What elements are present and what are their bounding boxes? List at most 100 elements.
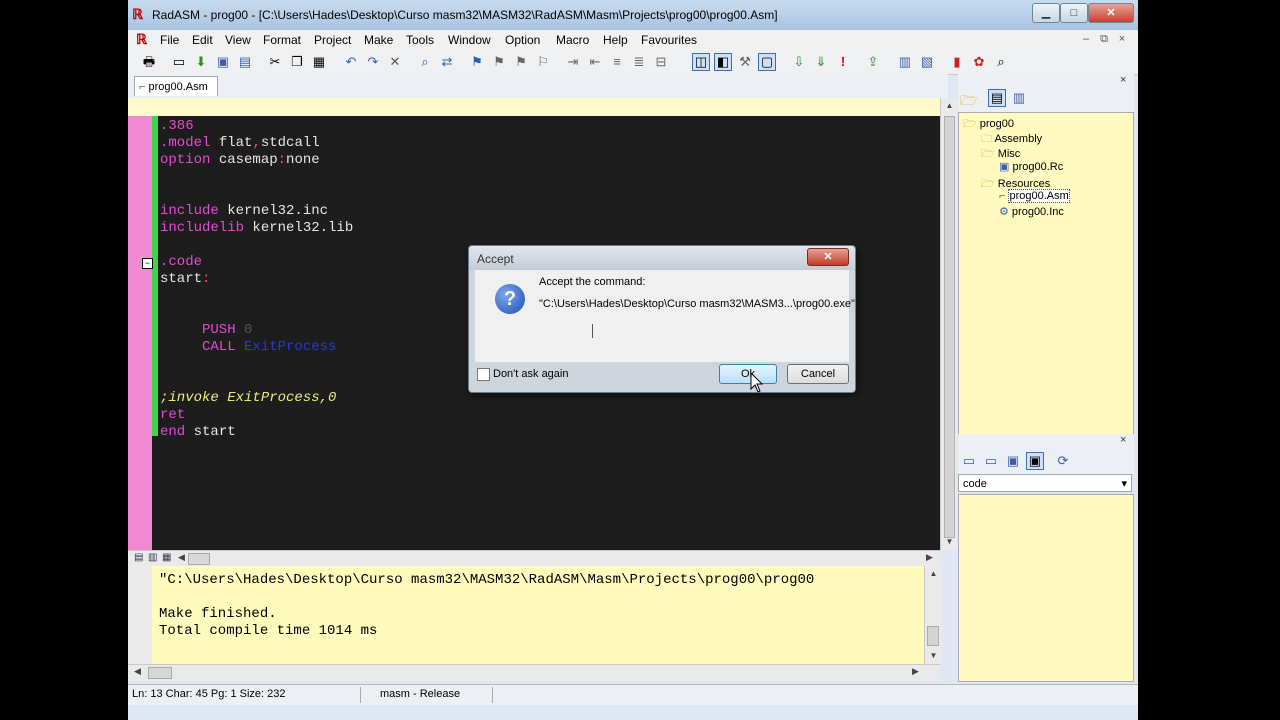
hscroll-thumb[interactable] — [188, 553, 210, 565]
show-structs-icon[interactable]: ▣ — [1026, 452, 1044, 470]
save-all-icon[interactable]: ▤ — [236, 53, 254, 71]
line-numbers-icon[interactable]: ▦ — [162, 552, 171, 563]
code-token: start — [160, 271, 203, 287]
menu-option[interactable]: Option — [505, 33, 540, 47]
ok-button[interactable]: Ok — [719, 364, 777, 384]
print-icon[interactable]: 🖶 — [140, 53, 158, 71]
clear-bookmarks-icon[interactable]: ⚐ — [534, 53, 552, 71]
show-data-icon[interactable]: ▣ — [1004, 452, 1022, 470]
comment-icon[interactable]: ≡ — [608, 53, 626, 71]
split-view-icon[interactable]: ▥ — [148, 552, 157, 563]
mdi-close-button[interactable]: × — [1114, 32, 1130, 46]
undo-icon[interactable]: ↶ — [342, 53, 360, 71]
menu-macro[interactable]: Macro — [556, 33, 589, 47]
scroll-thumb[interactable] — [944, 116, 955, 538]
dont-ask-label: Don't ask again — [493, 368, 569, 380]
project-panel-close[interactable]: × — [1120, 74, 1126, 86]
indent-icon[interactable]: ⇥ — [564, 53, 582, 71]
build-icon[interactable]: ⇓ — [812, 53, 830, 71]
group-view-icon[interactable]: ▥ — [1010, 89, 1028, 107]
properties-panel-header: × ▭ ▭ ▣ ▣ ⟳ — [958, 434, 1134, 474]
uncomment-icon[interactable]: ≣ — [630, 53, 648, 71]
menu-project[interactable]: Project — [314, 33, 351, 47]
menu-favourites[interactable]: Favourites — [641, 33, 697, 47]
find-icon[interactable]: ⌕ — [416, 53, 434, 71]
show-consts-icon[interactable]: ▭ — [982, 452, 1000, 470]
menu-tools[interactable]: Tools — [406, 33, 434, 47]
scroll-up-arrow[interactable]: ▲ — [941, 98, 958, 114]
minimize-button[interactable]: ▁ — [1032, 3, 1060, 23]
menu-help[interactable]: Help — [603, 33, 628, 47]
redo-icon[interactable]: ↷ — [364, 53, 382, 71]
dont-ask-checkbox[interactable] — [477, 368, 490, 381]
cancel-button[interactable]: Cancel — [787, 364, 849, 384]
replace-icon[interactable]: ⇄ — [438, 53, 456, 71]
refresh-icon[interactable]: ⟳ — [1054, 452, 1072, 470]
output-scroll-down-arrow[interactable]: ▼ — [925, 648, 942, 664]
menu-file[interactable]: File — [160, 33, 179, 47]
run-icon[interactable]: ! — [834, 53, 852, 71]
block-icon[interactable]: ⊟ — [652, 53, 670, 71]
assemble-icon[interactable]: ⇩ — [790, 53, 808, 71]
next-bookmark-icon[interactable]: ⚑ — [490, 53, 508, 71]
toggle-view-icon[interactable]: ◫ — [692, 53, 710, 71]
mouse-pointer-icon — [750, 372, 764, 393]
copy-icon[interactable]: ❐ — [288, 53, 306, 71]
output-hscroll-thumb[interactable] — [148, 667, 172, 679]
code-line: start: — [160, 271, 210, 287]
zoom-icon[interactable]: ⌕ — [992, 53, 1010, 71]
tree-item[interactable]: ⌐ prog00.Asm — [999, 189, 1070, 203]
output-scroll-thumb[interactable] — [927, 626, 939, 646]
project-tree[interactable]: 🗁 prog00 🗀 Assembly 🗁 Misc ▣ prog00.Rc 🗁 Res… — [958, 112, 1134, 436]
output-horizontal-scrollbar[interactable]: ◀ ▶ — [128, 664, 940, 681]
bookmark-icon[interactable]: ⚑ — [468, 53, 486, 71]
properties-dropdown[interactable]: code ▾ — [958, 474, 1132, 492]
scroll-left-arrow[interactable]: ◀ — [178, 552, 185, 563]
debug-icon[interactable]: ⇪ — [864, 53, 882, 71]
scroll-right-arrow[interactable]: ▶ — [926, 552, 933, 563]
status-bar: Ln: 13 Char: 45 Pg: 1 Size: 232 masm - R… — [128, 684, 1138, 705]
file-view-icon[interactable]: ▤ — [988, 89, 1006, 107]
colors-icon[interactable]: ▮ — [948, 53, 966, 71]
tools-icon[interactable]: ⚒ — [736, 53, 754, 71]
tree-item[interactable]: ▣ prog00.Rc — [999, 160, 1063, 173]
tree-item[interactable]: ⚙ prog00.Inc — [999, 205, 1064, 218]
output-scroll-left-arrow[interactable]: ◀ — [134, 666, 141, 677]
view-mode-icon[interactable]: ▤ — [134, 552, 143, 563]
menu-view[interactable]: View — [225, 33, 251, 47]
mdi-restore-button[interactable]: ⧉ — [1096, 32, 1112, 46]
dialog-close-button[interactable]: ✕ — [807, 248, 849, 266]
close-button[interactable]: ✕ — [1088, 3, 1134, 23]
open-project-icon[interactable]: 🗁 — [960, 90, 977, 114]
output-vertical-scrollbar[interactable]: ▲ ▼ — [924, 566, 941, 664]
menu-window[interactable]: Window — [448, 33, 491, 47]
tab-prog00-asm[interactable]: ⌐ prog00.Asm — [134, 76, 218, 96]
palette-icon[interactable]: ✿ — [970, 53, 988, 71]
output-scroll-up-arrow[interactable]: ▲ — [925, 566, 942, 582]
editor-vertical-scrollbar[interactable]: ▲ ▼ — [940, 98, 957, 550]
delete-icon[interactable]: ✕ — [386, 53, 404, 71]
fold-toggle[interactable]: − — [142, 258, 153, 269]
show-procs-icon[interactable]: ▭ — [960, 452, 978, 470]
save-icon[interactable]: ▣ — [214, 53, 232, 71]
properties-panel-close[interactable]: × — [1120, 434, 1126, 446]
maximize-button[interactable]: □ — [1060, 3, 1088, 23]
mdi-minimize-button[interactable]: – — [1078, 32, 1094, 46]
paste-icon[interactable]: ▦ — [310, 53, 328, 71]
cascade-icon[interactable]: ▧ — [918, 53, 936, 71]
cut-icon[interactable]: ✂ — [266, 53, 284, 71]
tile-icon[interactable]: ▥ — [896, 53, 914, 71]
menu-format[interactable]: Format — [263, 33, 301, 47]
toggle-project-icon[interactable]: ◧ — [714, 53, 732, 71]
menu-make[interactable]: Make — [364, 33, 393, 47]
prev-bookmark-icon[interactable]: ⚑ — [512, 53, 530, 71]
editor-horizontal-bar[interactable]: ▤ ▥ ▦ ◀ ▶ — [128, 550, 940, 567]
open-file-icon[interactable]: ⬇ — [192, 53, 210, 71]
outdent-icon[interactable]: ⇤ — [586, 53, 604, 71]
menu-edit[interactable]: Edit — [192, 33, 213, 47]
output-panel[interactable]: "C:\Users\Hades\Desktop\Curso masm32\MAS… — [128, 566, 940, 664]
output-scroll-right-arrow[interactable]: ▶ — [912, 666, 919, 677]
new-file-icon[interactable]: ▭ — [170, 53, 188, 71]
output-icon[interactable]: ▢ — [758, 53, 776, 71]
properties-list[interactable] — [958, 494, 1134, 682]
